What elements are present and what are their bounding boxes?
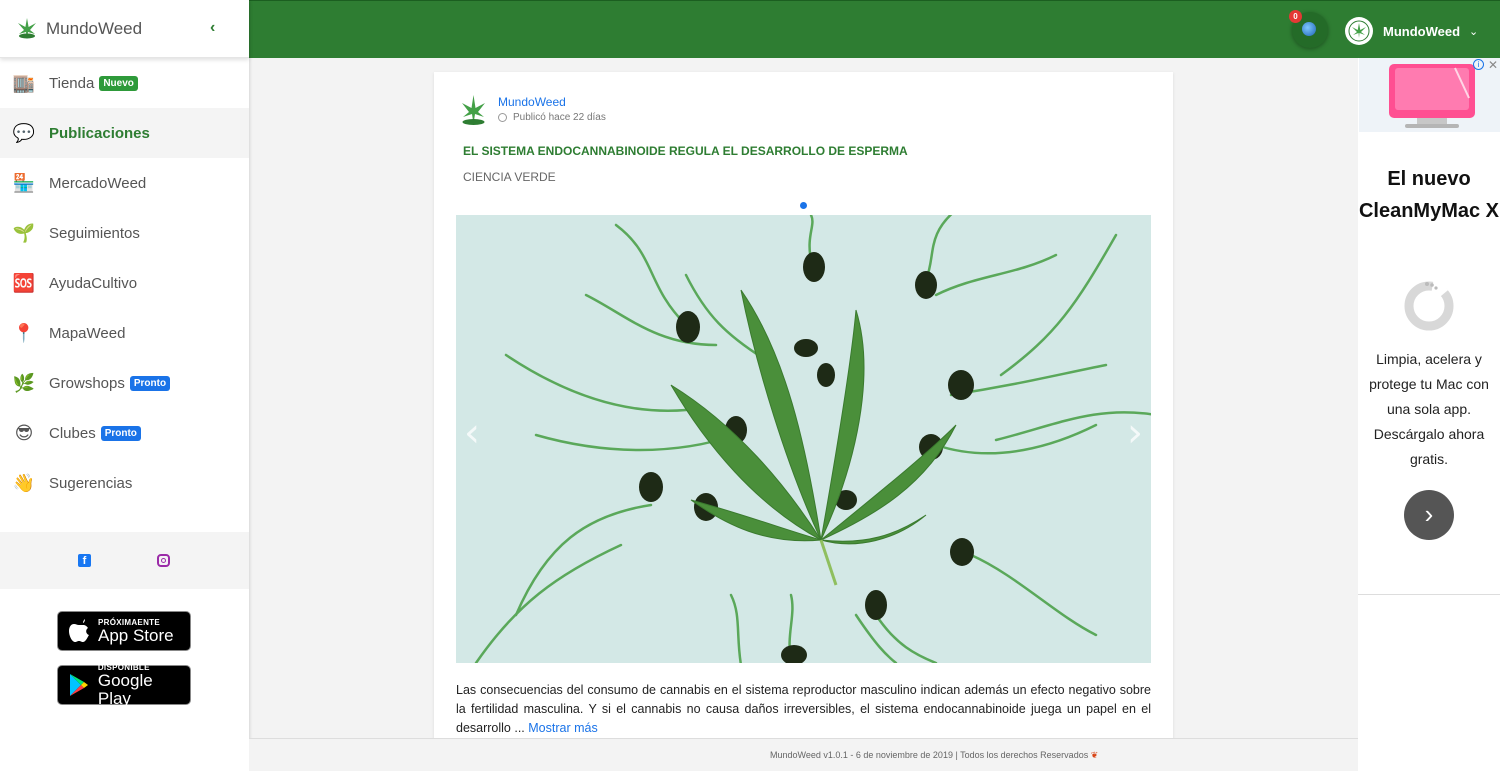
post-excerpt: Las consecuencias del consumo de cannabi… [456,681,1151,738]
carousel-indicator[interactable] [800,202,807,209]
post-time: Publicó hace 22 días [513,112,606,123]
globe-icon [1302,22,1316,36]
post-time-row: Publicó hace 22 días [498,112,606,123]
instagram-icon[interactable] [157,554,170,567]
post-card: MundoWeed Publicó hace 22 días EL SISTEM… [434,72,1173,771]
google-play-icon [66,672,92,698]
ad-close-icon[interactable]: ✕ [1488,58,1498,72]
cannabis-sperm-image [456,215,1151,663]
maple-leaf-icon: ❦ [1090,750,1099,760]
market-icon: 🏪 [12,172,36,193]
sidebar-item-label: MapaWeed [49,324,126,342]
herb-icon: 🌿 [12,372,36,393]
chevron-right-icon: › [1424,499,1434,529]
sidebar-item-mercadoweed[interactable]: 🏪 MercadoWeed [0,158,249,208]
avatar [1345,17,1373,45]
waving-hand-icon: 👋 [12,472,36,493]
footer-text: MundoWeed v1.0.1 - 6 de noviembre de 201… [770,750,1089,760]
ad-blank-area [1358,595,1500,771]
chevron-down-icon: ⌄ [1469,25,1479,38]
sidebar-item-label: AyudaCultivo [49,274,138,292]
cannabis-leaf-icon [1348,20,1370,42]
user-menu[interactable]: MundoWeed ⌄ [1345,17,1478,45]
store-icon: 🏬 [12,72,36,93]
app-store-button[interactable]: PRÓXIMAENTE App Store [57,611,191,651]
facebook-icon[interactable]: f [78,554,91,567]
seedling-icon: 🌱 [12,222,36,243]
sidebar-item-label: Sugerencias [49,474,133,492]
google-play-label: Google Play [97,670,153,708]
sidebar-item-seguimientos[interactable]: 🌱 Seguimientos [0,208,249,258]
sidebar-item-publicaciones[interactable]: 💬 Publicaciones [0,108,249,158]
apple-icon [66,618,92,644]
ad-info-icon[interactable]: i [1473,59,1484,70]
sidebar-item-sugerencias[interactable]: 👋 Sugerencias [0,458,249,508]
map-pin-icon: 📍 [12,322,36,343]
carousel-next-icon[interactable]: › [1127,410,1143,456]
show-more-link[interactable]: Mostrar más [528,721,597,735]
ad-headline: El nuevo CleanMyMac X [1358,168,1500,222]
sos-icon: 🆘 [12,272,36,293]
sidebar-item-clubes[interactable]: 😎 Clubes Pronto [0,408,249,458]
sidebar-item-tienda[interactable]: 🏬 Tienda Nuevo [0,58,249,108]
google-play-button[interactable]: DISPONIBLE Google Play [57,663,191,708]
post-author-link[interactable]: MundoWeed [498,95,606,109]
logo-icon[interactable] [14,16,40,42]
top-bar: 0 MundoWeed ⌄ [249,0,1500,58]
sidebar-item-label: Seguimientos [49,224,140,242]
loading-spinner-icon [1404,281,1454,331]
speech-bubble-icon: 💬 [12,122,36,143]
footer: MundoWeed v1.0.1 - 6 de noviembre de 201… [249,738,1358,771]
brand-name[interactable]: MundoWeed [46,19,142,39]
ad-body: Limpia, acelera y protege tu Mac con una… [1369,351,1489,467]
author-avatar[interactable] [456,93,491,128]
sidebar-item-label: Clubes [49,424,96,442]
sidebar: MundoWeed ‹ 🏬 Tienda Nuevo 💬 Publicaciones 🏪 M… [0,0,249,771]
ad-banner[interactable]: i ✕ El nuevo CleanMyMac X Limpia, aceler… [1358,58,1500,595]
status-badge: Nuevo [99,75,138,91]
carousel-prev-icon[interactable]: ‹ [464,410,480,456]
ad-arrow-button[interactable]: › [1404,490,1454,540]
post-header: MundoWeed Publicó hace 22 días [456,93,606,128]
sidebar-item-label: Growshops [49,374,125,392]
user-name: MundoWeed [1383,23,1461,39]
sidebar-item-label: Publicaciones [49,124,150,142]
sidebar-item-growshops[interactable]: 🌿 Growshops Pronto [0,358,249,408]
sidebar-item-ayudacultivo[interactable]: 🆘 AyudaCultivo [0,258,249,308]
chevron-left-icon[interactable]: ‹ [210,19,215,37]
social-links: f [0,532,249,589]
brand-header: MundoWeed ‹ [0,0,249,58]
post-title[interactable]: EL SISTEMA ENDOCANNABINOIDE REGULA EL DE… [463,144,908,158]
sidebar-item-label: MercadoWeed [49,174,147,192]
post-category: CIENCIA VERDE [463,170,556,184]
notifications-button[interactable]: 0 [1289,10,1328,48]
sunglasses-icon: 😎 [14,422,34,443]
status-badge: Pronto [129,375,171,391]
clock-icon [498,113,507,122]
sidebar-item-mapaweed[interactable]: 📍 MapaWeed [0,308,249,358]
post-image-carousel[interactable]: ‹ › [456,215,1151,663]
sidebar-item-label: Tienda [49,74,95,92]
sidebar-nav: 🏬 Tienda Nuevo 💬 Publicaciones 🏪 MercadoWeed 🌱 S… [0,58,249,508]
app-store-label: App Store [98,625,174,645]
status-badge: Pronto [100,425,141,441]
notification-count-badge: 0 [1289,10,1302,23]
